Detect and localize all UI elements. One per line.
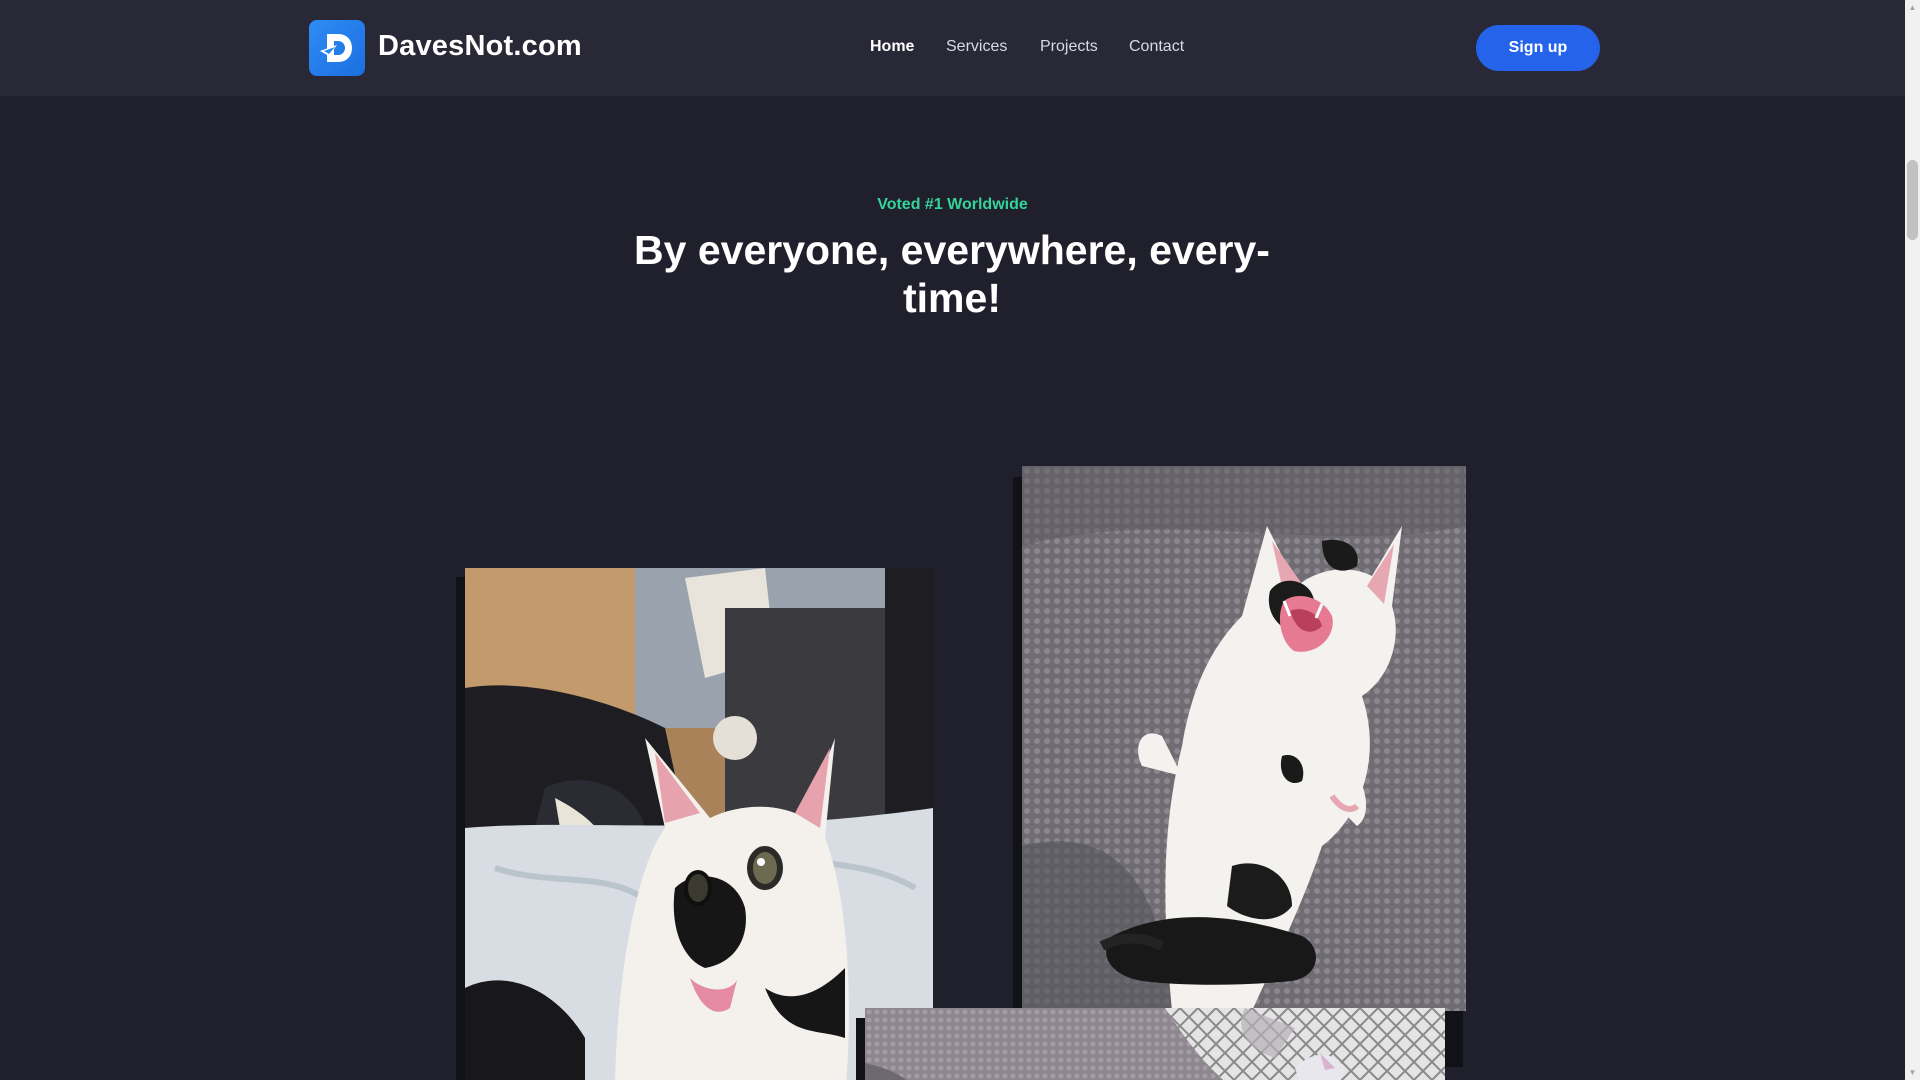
nav-home[interactable]: Home	[870, 38, 914, 56]
cat-tongue-out-photo	[465, 568, 933, 1080]
brand-name[interactable]: DavesNot.com	[378, 30, 582, 63]
cat-on-pillow-image	[865, 1008, 1445, 1080]
nav-projects[interactable]: Projects	[1040, 38, 1098, 56]
hero-title-line1: By everyone, everywhere, every-	[634, 227, 1270, 273]
nav-services[interactable]: Services	[946, 38, 1007, 56]
logo-link[interactable]	[309, 20, 365, 76]
d-logo-icon	[320, 34, 352, 62]
scroll-down-arrow-icon[interactable]: ▼	[1905, 1065, 1920, 1080]
cat-tongue-out-image	[465, 568, 933, 1080]
page: DavesNot.com Home Services Projects Cont…	[0, 0, 1920, 1080]
viewport: DavesNot.com Home Services Projects Cont…	[0, 0, 1905, 1080]
page-scrollbar[interactable]: ▲ ▼	[1905, 0, 1920, 1080]
cat-on-pillow-photo	[865, 1008, 1445, 1080]
site-header: DavesNot.com Home Services Projects Cont…	[0, 0, 1905, 96]
nav-contact[interactable]: Contact	[1129, 38, 1184, 56]
scroll-up-arrow-icon[interactable]: ▲	[1905, 0, 1920, 15]
hero-title-line2: time!	[903, 275, 1001, 321]
hero-eyebrow: Voted #1 Worldwide	[877, 196, 1028, 213]
cat-yawning-image	[1022, 466, 1466, 1011]
signup-button[interactable]: Sign up	[1476, 25, 1600, 71]
hero-title: By everyone, everywhere, every- time!	[627, 226, 1277, 322]
scroll-thumb[interactable]	[1907, 160, 1918, 240]
cat-yawning-on-blanket-photo	[1022, 466, 1466, 1011]
